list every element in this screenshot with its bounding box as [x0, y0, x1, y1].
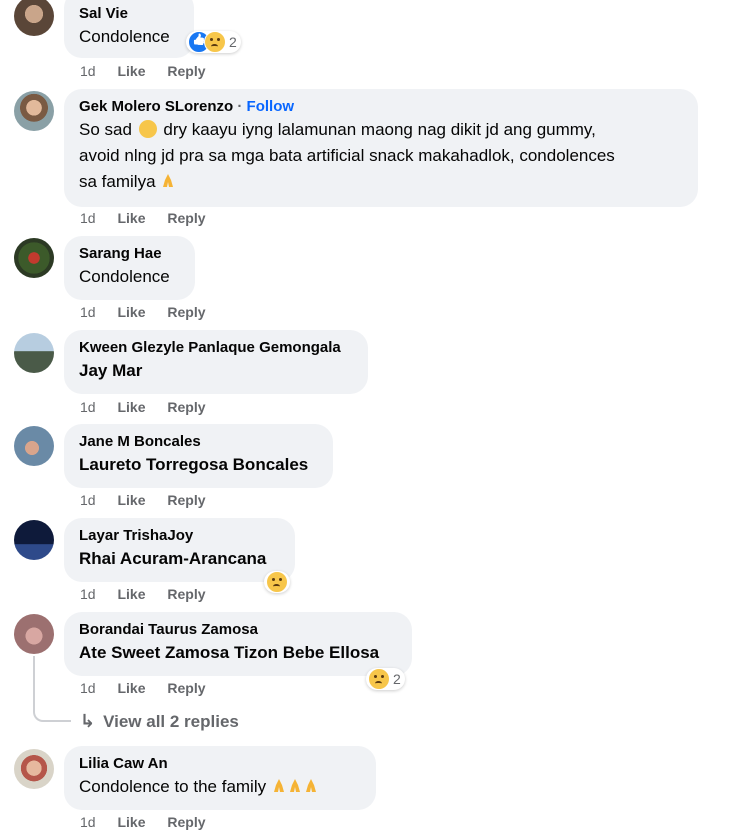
like-button[interactable]: Like [117, 586, 145, 602]
reply-button[interactable]: Reply [167, 63, 205, 79]
reply-button[interactable]: Reply [167, 210, 205, 226]
text-line-1b: dry kaayu iyng lalamunan maong nag dikit… [163, 120, 596, 139]
comment-author[interactable]: Lilia Caw An [79, 754, 362, 774]
like-button[interactable]: Like [117, 814, 145, 830]
reply-arrow-icon: ↳ [80, 711, 96, 731]
comment-bubble: Layar TrishaJoy Rhai Acuram-Arancana [64, 518, 295, 582]
avatar[interactable] [14, 426, 54, 466]
comment-actions: 1d Like Reply [80, 814, 224, 830]
separator: · [237, 98, 243, 115]
comment-time[interactable]: 1d [80, 814, 96, 830]
comment-text-body: Condolence to the family [79, 777, 267, 796]
text-line-1a: So sad [79, 120, 132, 139]
reply-thread-line [33, 656, 71, 722]
reaction-count: 2 [229, 34, 237, 50]
comment-bubble: Kween Glezyle Panlaque Gemongala Jay Mar [64, 330, 368, 394]
comment-time[interactable]: 1d [80, 210, 96, 226]
avatar[interactable] [14, 238, 54, 278]
tagged-user-link[interactable]: Rhai Acuram-Arancana [79, 546, 281, 572]
reply-button[interactable]: Reply [167, 304, 205, 320]
comment-actions: 1d Like Reply [80, 586, 224, 602]
comment-bubble: Sarang Hae Condolence [64, 236, 195, 300]
follow-button[interactable]: Follow [247, 98, 295, 115]
comment-author[interactable]: Kween Glezyle Panlaque Gemongala [79, 338, 354, 358]
comment-time[interactable]: 1d [80, 586, 96, 602]
comment-actions: 1d Like Reply [80, 63, 224, 79]
avatar[interactable] [14, 749, 54, 789]
avatar[interactable] [14, 0, 54, 36]
comment-bubble: Jane M Boncales Laureto Torregosa Boncal… [64, 424, 333, 488]
comment-text: Condolence to the family [79, 774, 362, 800]
avatar[interactable] [14, 91, 54, 131]
comment-actions: 1d Like Reply [80, 399, 224, 415]
comment-author[interactable]: Borandai Taurus Zamosa [79, 620, 398, 640]
tagged-user-link[interactable]: Ate Sweet Zamosa Tizon Bebe Ellosa [79, 640, 398, 666]
reaction-count: 2 [393, 671, 401, 687]
like-button[interactable]: Like [117, 210, 145, 226]
avatar[interactable] [14, 614, 54, 654]
praying-hands-icon [163, 174, 174, 187]
comment-text: So sad dry kaayu iyng lalamunan maong na… [79, 117, 684, 195]
avatar[interactable] [14, 333, 54, 373]
comment-bubble: Lilia Caw An Condolence to the family [64, 746, 376, 810]
crying-emoji-icon [138, 120, 157, 138]
comment-time[interactable]: 1d [80, 304, 96, 320]
comment-author[interactable]: Sarang Hae [79, 244, 181, 264]
reaction-summary[interactable] [264, 571, 290, 593]
praying-hands-icon [305, 779, 316, 792]
like-button[interactable]: Like [117, 304, 145, 320]
comment-bubble: Borandai Taurus Zamosa Ate Sweet Zamosa … [64, 612, 412, 676]
comment-actions: 1d Like Reply [80, 210, 224, 226]
comment-time[interactable]: 1d [80, 680, 96, 696]
like-button[interactable]: Like [117, 63, 145, 79]
praying-hands-icon [273, 779, 284, 792]
comment-bubble: Gek Molero SLorenzo · Follow So sad dry … [64, 89, 698, 207]
comment-actions: 1d Like Reply [80, 680, 224, 696]
tagged-user-link[interactable]: Jay Mar [79, 358, 354, 384]
avatar[interactable] [14, 520, 54, 560]
reply-button[interactable]: Reply [167, 586, 205, 602]
sad-reaction-icon [368, 668, 390, 690]
comment-author[interactable]: Gek Molero SLorenzo [79, 98, 233, 115]
comment-actions: 1d Like Reply [80, 304, 224, 320]
view-replies-label: View all 2 replies [103, 711, 239, 731]
like-button[interactable]: Like [117, 399, 145, 415]
reply-button[interactable]: Reply [167, 680, 205, 696]
reply-button[interactable]: Reply [167, 399, 205, 415]
comment-bubble: Sal Vie Condolence [64, 0, 194, 58]
reply-button[interactable]: Reply [167, 814, 205, 830]
sad-reaction-icon [204, 31, 226, 53]
text-line-3: sa familya [79, 172, 156, 191]
like-button[interactable]: Like [117, 680, 145, 696]
text-line-2: avoid nlng jd pra sa mga bata artificial… [79, 146, 615, 165]
comment-actions: 1d Like Reply [80, 492, 224, 508]
praying-hands-icon [289, 779, 300, 792]
reaction-summary[interactable]: 2 [366, 668, 405, 690]
tagged-user-link[interactable]: Laureto Torregosa Boncales [79, 452, 319, 478]
sad-reaction-icon [266, 571, 288, 593]
view-replies-button[interactable]: ↳ View all 2 replies [80, 711, 239, 732]
comment-time[interactable]: 1d [80, 492, 96, 508]
comment-author-row: Gek Molero SLorenzo · Follow [79, 97, 684, 117]
comment-author[interactable]: Layar TrishaJoy [79, 526, 281, 546]
comment-text: Condolence [79, 27, 170, 46]
comment-author[interactable]: Sal Vie [79, 4, 180, 24]
comment-author[interactable]: Jane M Boncales [79, 432, 319, 452]
comment-time[interactable]: 1d [80, 399, 96, 415]
reply-button[interactable]: Reply [167, 492, 205, 508]
reaction-summary[interactable]: 2 [186, 31, 241, 53]
comment-text: Condolence [79, 267, 170, 286]
like-button[interactable]: Like [117, 492, 145, 508]
comment-time[interactable]: 1d [80, 63, 96, 79]
